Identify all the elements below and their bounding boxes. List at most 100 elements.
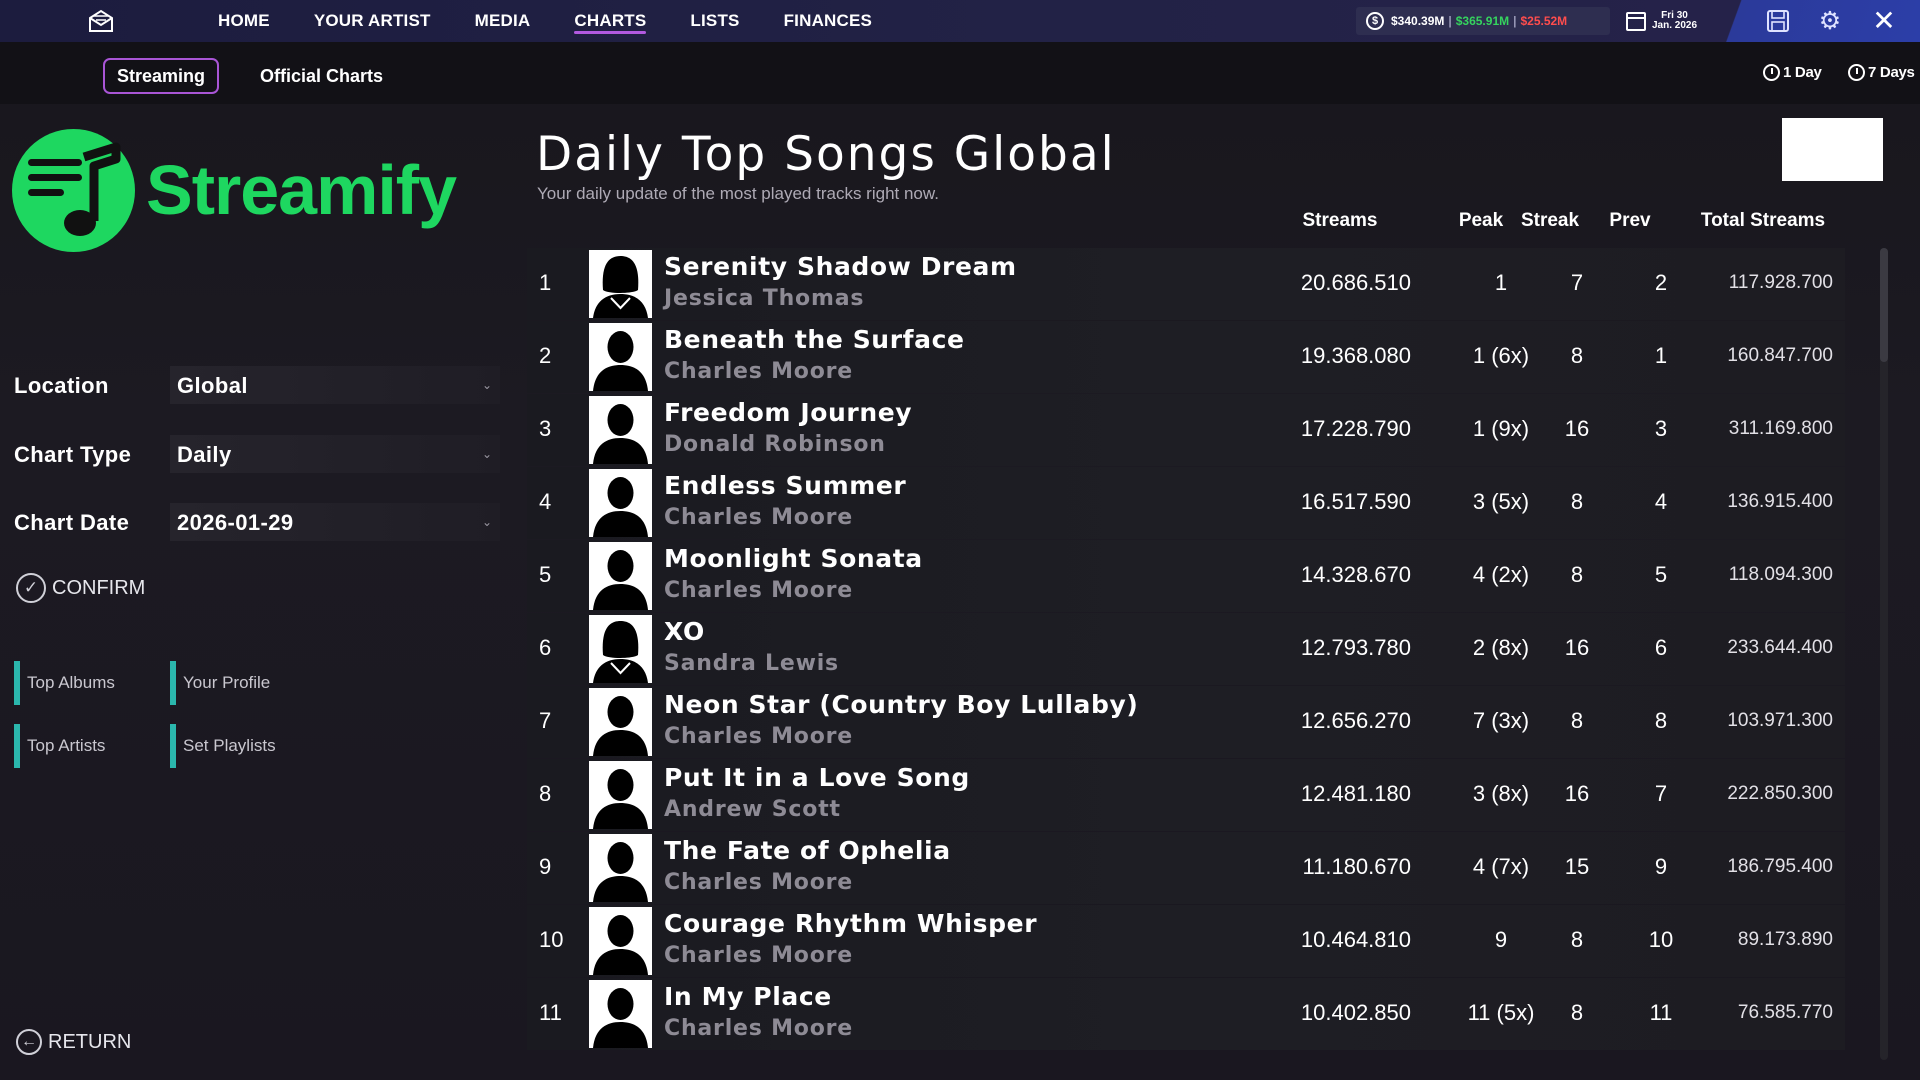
tab-streaming[interactable]: Streaming bbox=[103, 58, 220, 94]
song-title[interactable]: Freedom Journey bbox=[664, 398, 912, 427]
song-title[interactable]: Neon Star (Country Boy Lullaby) bbox=[664, 690, 1138, 719]
location-value: Global bbox=[177, 373, 248, 398]
scrollbar[interactable] bbox=[1880, 248, 1888, 1060]
table-row[interactable]: 10 Courage Rhythm Whisper Charles Moore 10.… bbox=[527, 905, 1845, 977]
song-title[interactable]: Serenity Shadow Dream bbox=[664, 252, 1017, 281]
streams-value: 10.402.850 bbox=[1300, 1000, 1411, 1025]
coin-icon: $ bbox=[1366, 12, 1384, 30]
column-header-streak[interactable]: Streak bbox=[1518, 210, 1582, 232]
streak-value: 8 bbox=[1570, 927, 1584, 952]
streams-value: 10.464.810 bbox=[1300, 927, 1411, 952]
song-title[interactable]: Endless Summer bbox=[664, 471, 906, 500]
streak-value: 8 bbox=[1570, 343, 1584, 368]
streak-value: 8 bbox=[1570, 1000, 1584, 1025]
nav-your-artist[interactable]: YOUR ARTIST bbox=[314, 0, 431, 42]
link-top-albums[interactable]: Top Albums bbox=[14, 661, 154, 705]
nav-charts[interactable]: CHARTS bbox=[574, 0, 647, 42]
link-your-profile[interactable]: Your Profile bbox=[170, 661, 310, 705]
tab-official-charts[interactable]: Official Charts bbox=[260, 58, 383, 94]
game-date[interactable]: Fri 30 Jan. 2026 bbox=[1626, 8, 1706, 34]
artist-name[interactable]: Charles Moore bbox=[664, 1016, 853, 1041]
artist-name[interactable]: Sandra Lewis bbox=[664, 651, 839, 676]
gear-icon[interactable]: ⚙ bbox=[1817, 8, 1843, 34]
nav-lists[interactable]: LISTS bbox=[690, 0, 739, 42]
link-top-artists[interactable]: Top Artists bbox=[14, 724, 154, 768]
artist-name[interactable]: Charles Moore bbox=[664, 505, 853, 530]
column-header-prev[interactable]: Prev bbox=[1603, 210, 1657, 232]
song-title[interactable]: XO bbox=[664, 617, 705, 646]
streak-value: 15 bbox=[1564, 854, 1590, 879]
total-streams-value: 186.795.400 bbox=[1727, 856, 1833, 877]
table-row[interactable]: 11 In My Place Charles Moore 10.402.850 11 (… bbox=[527, 978, 1845, 1050]
scrollbar-thumb[interactable] bbox=[1880, 248, 1888, 362]
table-row[interactable]: 9 The Fate of Ophelia Charles Moore 11.180.… bbox=[527, 832, 1845, 904]
table-row[interactable]: 7 Neon Star (Country Boy Lullaby) Charles … bbox=[527, 686, 1845, 758]
nav-finances[interactable]: FINANCES bbox=[784, 0, 873, 42]
streak-value: 7 bbox=[1570, 270, 1584, 295]
nav-home[interactable]: HOME bbox=[218, 0, 270, 42]
chart-date-select[interactable]: 2026-01-29 ⌄ bbox=[170, 503, 500, 541]
total-streams-value: 160.847.700 bbox=[1727, 345, 1833, 366]
column-header-peak[interactable]: Peak bbox=[1446, 210, 1516, 232]
rank: 3 bbox=[539, 416, 552, 441]
artist-name[interactable]: Andrew Scott bbox=[664, 797, 841, 822]
artist-name[interactable]: Donald Robinson bbox=[664, 432, 886, 457]
song-title[interactable]: Put It in a Love Song bbox=[664, 763, 970, 792]
song-title[interactable]: Courage Rhythm Whisper bbox=[664, 909, 1037, 938]
chevron-down-icon: ⌄ bbox=[481, 447, 492, 461]
table-row[interactable]: 1 Serenity Shadow Dream Jessica Thomas 20.6… bbox=[527, 248, 1845, 320]
top-bar: HOME YOUR ARTIST MEDIA CHARTS LISTS FINA… bbox=[0, 0, 1920, 42]
link-set-playlists[interactable]: Set Playlists bbox=[170, 724, 310, 768]
song-title[interactable]: Beneath the Surface bbox=[664, 325, 965, 354]
artist-name[interactable]: Jessica Thomas bbox=[664, 286, 864, 311]
artist-name[interactable]: Charles Moore bbox=[664, 359, 853, 384]
song-title[interactable]: In My Place bbox=[664, 982, 832, 1011]
song-title[interactable]: The Fate of Ophelia bbox=[664, 836, 951, 865]
artist-name[interactable]: Charles Moore bbox=[664, 943, 853, 968]
save-icon[interactable] bbox=[1766, 9, 1790, 33]
artist-avatar bbox=[589, 834, 652, 902]
column-header-streams[interactable]: Streams bbox=[1292, 210, 1388, 232]
total-streams-value: 222.850.300 bbox=[1727, 783, 1833, 804]
period-7-days-button[interactable]: 7 Days bbox=[1848, 64, 1915, 81]
song-title[interactable]: Moonlight Sonata bbox=[664, 544, 923, 573]
total-streams-value: 117.928.700 bbox=[1728, 272, 1833, 293]
peak-value: 3 (5x) bbox=[1472, 489, 1530, 514]
peak-value: 3 (8x) bbox=[1472, 781, 1530, 806]
total-streams-value: 311.169.800 bbox=[1728, 418, 1833, 439]
close-icon[interactable]: ✕ bbox=[1870, 7, 1898, 35]
date-month-year: Jan. 2026 bbox=[1652, 20, 1698, 31]
table-row[interactable]: 5 Moonlight Sonata Charles Moore 14.328.670… bbox=[527, 540, 1845, 612]
chart-type-select[interactable]: Daily ⌄ bbox=[170, 435, 500, 473]
table-row[interactable]: 3 Freedom Journey Donald Robinson 17.228.79… bbox=[527, 394, 1845, 466]
main-nav: HOME YOUR ARTIST MEDIA CHARTS LISTS FINA… bbox=[218, 0, 872, 42]
streams-value: 12.656.270 bbox=[1300, 708, 1411, 733]
artist-name[interactable]: Charles Moore bbox=[664, 578, 853, 603]
artist-name[interactable]: Charles Moore bbox=[664, 724, 853, 749]
table-row[interactable]: 8 Put It in a Love Song Andrew Scott 12.481… bbox=[527, 759, 1845, 831]
period-1-day-label: 1 Day bbox=[1783, 64, 1822, 81]
nav-media[interactable]: MEDIA bbox=[475, 0, 531, 42]
money-summary[interactable]: $ $340.39M | $365.91M | $25.52M bbox=[1356, 7, 1610, 35]
artist-name[interactable]: Charles Moore bbox=[664, 870, 853, 895]
check-icon: ✓ bbox=[16, 573, 46, 603]
location-label: Location bbox=[14, 373, 109, 398]
artist-avatar bbox=[589, 615, 652, 683]
location-select[interactable]: Global ⌄ bbox=[170, 366, 500, 404]
column-header-total-streams[interactable]: Total Streams bbox=[1690, 210, 1836, 232]
brand-name: Streamify bbox=[146, 151, 457, 229]
streamify-logo-icon bbox=[12, 129, 135, 252]
table-row[interactable]: 6 XO Sandra Lewis 12.793.780 2 (8x) 16 6 233.64… bbox=[527, 613, 1845, 685]
table-row[interactable]: 4 Endless Summer Charles Moore 16.517.590 3 … bbox=[527, 467, 1845, 539]
return-button[interactable]: ← RETURN bbox=[16, 1029, 131, 1055]
chart-source-tabs: Streaming Official Charts bbox=[0, 42, 1920, 104]
total-streams-value: 118.094.300 bbox=[1728, 564, 1833, 585]
confirm-button[interactable]: ✓ CONFIRM bbox=[16, 572, 145, 604]
chevron-down-icon: ⌄ bbox=[481, 378, 492, 392]
streams-value: 11.180.670 bbox=[1302, 854, 1411, 879]
mail-icon[interactable] bbox=[86, 6, 116, 36]
table-row[interactable]: 2 Beneath the Surface Charles Moore 19.368.… bbox=[527, 321, 1845, 393]
period-1-day-button[interactable]: 1 Day bbox=[1763, 64, 1822, 81]
peak-value: 1 (6x) bbox=[1472, 343, 1530, 368]
peak-value: 11 (5x) bbox=[1467, 1000, 1535, 1025]
